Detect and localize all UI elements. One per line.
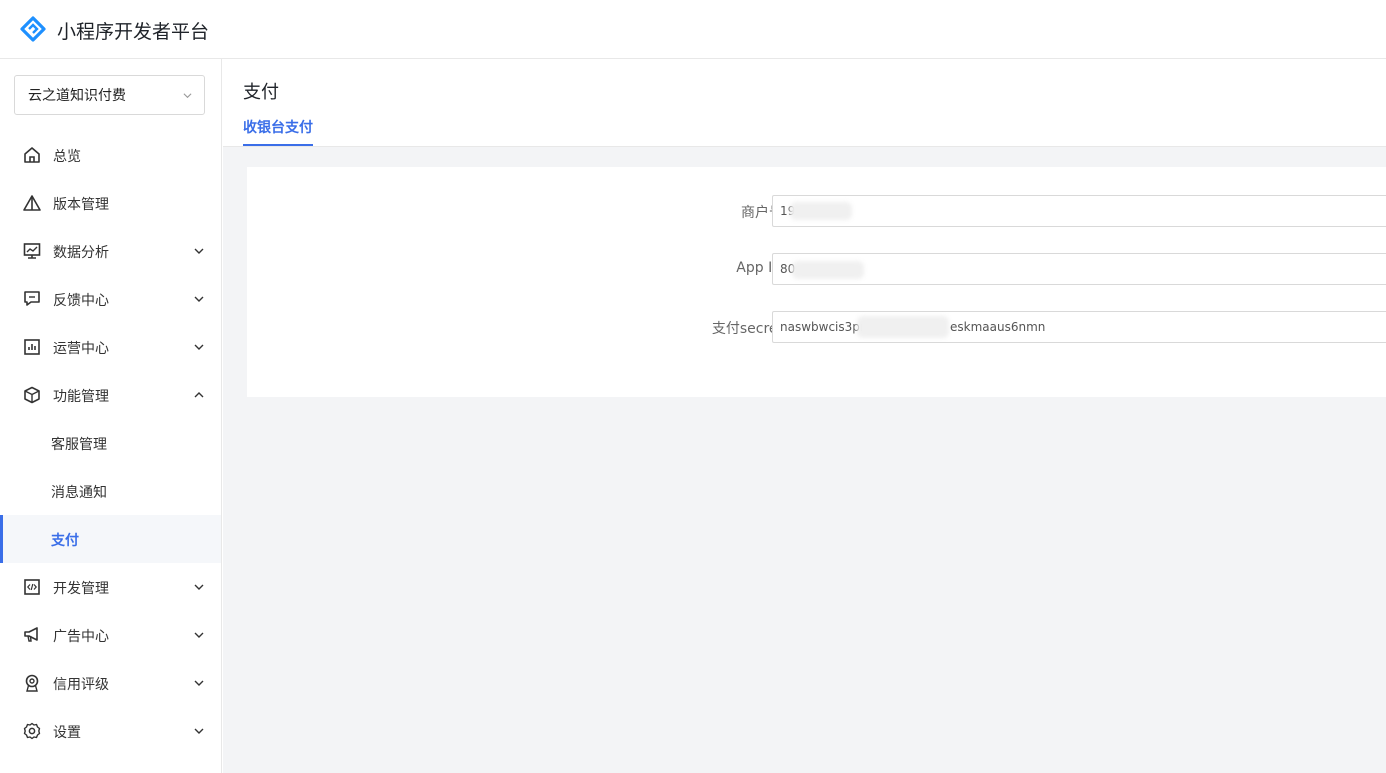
merchant-id-input[interactable] bbox=[772, 195, 1386, 227]
sidebar-subitem-notifications[interactable]: 消息通知 bbox=[0, 467, 221, 515]
credit-icon bbox=[25, 674, 39, 692]
chevron-down-icon bbox=[194, 584, 204, 590]
sidebar-item-version[interactable]: 版本管理 bbox=[0, 179, 221, 227]
sidebar-item-settings[interactable]: 设置 bbox=[0, 707, 221, 755]
settings-icon bbox=[23, 722, 41, 740]
redaction-blur bbox=[857, 316, 949, 338]
logo-icon[interactable] bbox=[20, 16, 46, 42]
sidebar: 云之道知识付费 总览 版本管理 数据分析 反馈中心 运营中心 功能管理 客服管理… bbox=[0, 59, 222, 773]
tab-cashier-payment[interactable]: 收银台支付 bbox=[243, 117, 313, 146]
sidebar-item-label: 功能管理 bbox=[53, 389, 109, 405]
page-title: 支付 bbox=[243, 82, 279, 103]
sidebar-subitem-label: 支付 bbox=[51, 533, 79, 549]
app-title: 小程序开发者平台 bbox=[57, 21, 210, 43]
sidebar-item-label: 开发管理 bbox=[53, 581, 109, 597]
sidebar-item-development[interactable]: 开发管理 bbox=[0, 563, 221, 611]
sidebar-item-label: 设置 bbox=[53, 725, 81, 741]
redaction-blur bbox=[790, 202, 852, 220]
sidebar-item-label: 版本管理 bbox=[53, 197, 109, 213]
redaction-blur bbox=[792, 261, 864, 279]
feedback-icon bbox=[24, 291, 40, 306]
sidebar-subitem-label: 消息通知 bbox=[51, 485, 107, 501]
sidebar-item-overview[interactable]: 总览 bbox=[0, 131, 221, 179]
cube-icon bbox=[24, 386, 40, 404]
chevron-down-icon bbox=[183, 93, 192, 99]
chevron-down-icon bbox=[194, 296, 204, 302]
code-icon bbox=[24, 579, 40, 595]
home-icon bbox=[24, 147, 40, 163]
merchant-id-row: 商户号 bbox=[247, 195, 1386, 227]
top-bar: 小程序开发者平台 bbox=[0, 0, 1386, 59]
sidebar-item-label: 信用评级 bbox=[53, 677, 109, 693]
sidebar-item-label: 数据分析 bbox=[53, 245, 109, 261]
sidebar-item-label: 总览 bbox=[53, 149, 81, 165]
chevron-down-icon bbox=[194, 728, 204, 734]
pay-secret-tail: eskmaaus6nmn bbox=[950, 320, 1046, 334]
page-header: 支付 收银台支付 bbox=[223, 59, 1386, 147]
chevron-down-icon bbox=[194, 344, 204, 350]
sidebar-item-feedback[interactable]: 反馈中心 bbox=[0, 275, 221, 323]
chevron-down-icon bbox=[194, 632, 204, 638]
sidebar-item-credit[interactable]: 信用评级 bbox=[0, 659, 221, 707]
megaphone-icon bbox=[24, 627, 38, 642]
sidebar-item-operation[interactable]: 运营中心 bbox=[0, 323, 221, 371]
chevron-down-icon bbox=[194, 680, 204, 686]
operation-icon bbox=[24, 339, 40, 355]
sidebar-item-data-analysis[interactable]: 数据分析 bbox=[0, 227, 221, 275]
sidebar-item-ads[interactable]: 广告中心 bbox=[0, 611, 221, 659]
version-icon bbox=[23, 195, 41, 211]
app-id-row: App ID bbox=[247, 253, 1386, 285]
sidebar-subitem-payment[interactable]: 支付 bbox=[0, 515, 221, 563]
chevron-up-icon bbox=[194, 392, 204, 398]
sidebar-subitem-customer-service[interactable]: 客服管理 bbox=[0, 419, 221, 467]
main-content: 支付 收银台支付 商户号 App ID 支付secret eskmaaus6nm… bbox=[223, 59, 1386, 773]
sidebar-item-label: 广告中心 bbox=[53, 629, 109, 645]
sidebar-item-label: 反馈中心 bbox=[53, 293, 109, 309]
app-select-value: 云之道知识付费 bbox=[28, 88, 126, 104]
app-select-dropdown[interactable]: 云之道知识付费 bbox=[14, 75, 205, 115]
app-id-input[interactable] bbox=[772, 253, 1386, 285]
pay-secret-row: 支付secret eskmaaus6nmn bbox=[247, 311, 1386, 343]
chevron-down-icon bbox=[194, 248, 204, 254]
payment-settings-card: 商户号 App ID 支付secret eskmaaus6nmn bbox=[247, 167, 1386, 397]
chart-icon bbox=[23, 243, 41, 259]
sidebar-item-label: 运营中心 bbox=[53, 341, 109, 357]
sidebar-item-function-management[interactable]: 功能管理 bbox=[0, 371, 221, 419]
sidebar-subitem-label: 客服管理 bbox=[51, 437, 107, 453]
active-indicator bbox=[0, 515, 3, 563]
